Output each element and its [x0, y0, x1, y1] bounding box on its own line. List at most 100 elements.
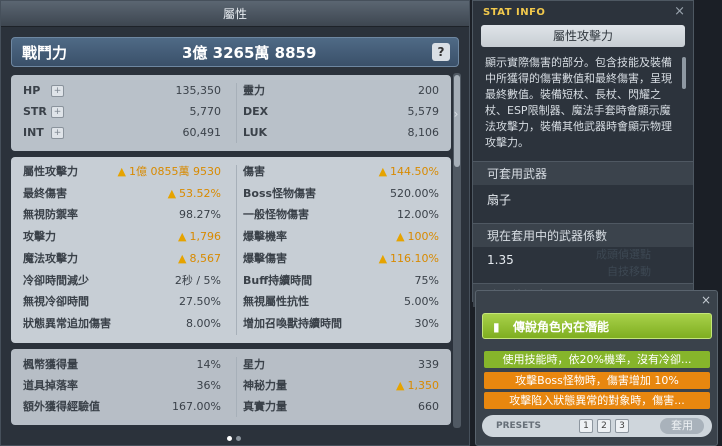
- stat-label: 增加召喚獸持續時間: [243, 316, 342, 330]
- close-icon[interactable]: ×: [701, 293, 711, 307]
- help-icon[interactable]: ?: [432, 43, 450, 61]
- stat-value: 5,770: [189, 105, 222, 118]
- stat-row: 攻擊力 ▲ 1,796: [23, 228, 221, 246]
- stat-row: 無視屬性抗性 5.00%: [243, 293, 439, 311]
- stat-label: HP: [23, 84, 41, 97]
- page-dot[interactable]: [227, 436, 232, 441]
- stat-window-titlebar[interactable]: 屬性: [1, 1, 469, 27]
- stat-label: 無視屬性抗性: [243, 295, 309, 309]
- stat-value: 30%: [414, 316, 439, 330]
- stat-label: 無視冷卻時間: [23, 295, 89, 309]
- combat-power-bar: 戰鬥力 3億 3265萬 8859 ?: [11, 37, 459, 67]
- weapon-coefficient-value: 1.35: [487, 253, 514, 267]
- potential-title-bar: ▮ 傳說角色內在潛能: [482, 313, 712, 339]
- plus-icon: +: [51, 127, 64, 139]
- combat-power-value: 3億 3265萬 8859: [182, 44, 317, 62]
- page-dot[interactable]: [236, 436, 241, 441]
- stat-value: ▲ 1億 0855萬 9530: [117, 165, 221, 178]
- stat-value: 8.00%: [186, 316, 221, 330]
- stat-info-description: 顯示實際傷害的部分。包含技能及裝備中所獲得的傷害數值和最終傷害，呈現最終數值。裝…: [485, 56, 672, 149]
- stat-label: 神秘力量: [243, 379, 287, 392]
- basic-stats-panel: HP +135,350 STR +5,770 INT +60,491 靈力 200 DEX 5,5…: [11, 75, 451, 151]
- misc-stats-panel: 楓幣獲得量 14% 道具掉落率 36% 額外獲得經驗值 167.00% 星力 339 神秘力量 ▲…: [11, 349, 451, 425]
- stat-label: INT: [23, 126, 44, 139]
- stat-value: 520.00%: [390, 186, 439, 200]
- stat-value: 12.00%: [397, 208, 439, 222]
- stat-info-title: 屬性攻擊力: [481, 25, 685, 47]
- bookmark-icon: ▮: [493, 320, 500, 334]
- stat-label: Buff持續時間: [243, 273, 313, 287]
- stat-value: ▲ 144.50%: [378, 165, 439, 178]
- stat-label: 傷害: [243, 165, 265, 178]
- increase-arrow-icon: ▲: [378, 165, 388, 178]
- stat-row: HP +135,350: [23, 82, 221, 100]
- stat-row: 道具掉落率 36%: [23, 377, 221, 395]
- preset-1-button[interactable]: 1: [579, 419, 593, 433]
- stat-value: 5,579: [407, 105, 440, 118]
- background-text: 成頭偵選點 自技移動: [596, 248, 651, 278]
- stat-label: 靈力: [243, 84, 265, 97]
- applicable-weapon-value: 扇子: [487, 193, 512, 207]
- stat-label: STR: [23, 105, 47, 118]
- increase-arrow-icon: ▲: [396, 230, 405, 244]
- column-divider: [236, 83, 237, 143]
- presets-bar: PRESETS 1 2 3 套用: [482, 415, 712, 437]
- stat-value: 339: [418, 358, 439, 371]
- stat-row: STR +5,770: [23, 103, 221, 121]
- stat-value: 2秒 / 5%: [174, 273, 221, 287]
- stat-row: 無視冷卻時間 27.50%: [23, 293, 221, 311]
- stat-row: Buff持續時間 75%: [243, 272, 439, 290]
- stat-row: 傷害 ▲ 144.50%: [243, 163, 439, 181]
- stat-label: 魔法攻擊力: [23, 251, 78, 265]
- section-applicable-weapon: 可套用武器: [473, 161, 693, 185]
- stat-row: 無視防禦率 98.27%: [23, 206, 221, 224]
- stat-label: 最終傷害: [23, 186, 67, 200]
- increase-arrow-icon: ▲: [178, 251, 187, 265]
- stat-row: INT +60,491: [23, 124, 221, 142]
- potential-line-2: 攻擊Boss怪物時，傷害增加 10%: [484, 372, 710, 389]
- stat-scrollbar[interactable]: [453, 73, 461, 428]
- increase-arrow-icon: ▲: [167, 186, 177, 200]
- stat-info-scrollbar[interactable]: [682, 57, 686, 89]
- stat-label: 爆擊機率: [243, 230, 287, 244]
- increase-arrow-icon: ▲: [178, 230, 187, 244]
- stat-row: 爆擊機率 ▲ 100%: [243, 228, 439, 246]
- stat-window: 屬性 戰鬥力 3億 3265萬 8859 ? HP +135,350 STR +5,7…: [0, 0, 470, 446]
- stat-row: 靈力 200: [243, 82, 439, 100]
- stat-value: ▲ 1,350: [396, 379, 439, 392]
- stat-label: DEX: [243, 105, 269, 118]
- stat-label: 楓幣獲得量: [23, 358, 78, 371]
- stat-info-heading: STAT INFO: [483, 7, 546, 18]
- close-icon[interactable]: ×: [674, 4, 685, 19]
- stat-row: 冷卻時間減少 2秒 / 5%: [23, 272, 221, 290]
- stat-value: 167.00%: [172, 400, 221, 413]
- stat-row: DEX 5,579: [243, 103, 439, 121]
- stat-label: Boss怪物傷害: [243, 186, 317, 200]
- stat-label: 狀態異常追加傷害: [23, 316, 111, 330]
- stat-row: 屬性攻擊力 ▲ 1億 0855萬 9530: [23, 163, 221, 181]
- section-weapon-coefficient: 現在套用中的武器係數: [473, 223, 693, 247]
- stat-value: ▲ 116.10%: [378, 251, 439, 265]
- preset-3-button[interactable]: 3: [615, 419, 629, 433]
- stat-value: 36%: [196, 379, 221, 392]
- stat-label: 爆擊傷害: [243, 251, 287, 265]
- increase-arrow-icon: ▲: [396, 379, 405, 392]
- apply-button[interactable]: 套用: [660, 418, 704, 434]
- stat-label: 無視防禦率: [23, 208, 78, 222]
- stat-row: 真實力量 660: [243, 398, 439, 416]
- stat-row: 最終傷害 ▲ 53.52%: [23, 185, 221, 203]
- stat-value: ▲ 1,796: [178, 230, 221, 244]
- stat-row: 增加召喚獸持續時間 30%: [243, 315, 439, 333]
- expand-arrow-icon[interactable]: ›: [450, 105, 462, 123]
- inner-potential-window: × ▮ 傳說角色內在潛能 使用技能時，依20%機率，沒有冷卻... 攻擊Boss…: [475, 290, 718, 446]
- combat-power-label: 戰鬥力: [22, 44, 68, 62]
- stat-value: 135,350: [175, 84, 222, 97]
- preset-2-button[interactable]: 2: [597, 419, 611, 433]
- stat-row: 狀態異常追加傷害 8.00%: [23, 315, 221, 333]
- stat-value: 200: [418, 84, 439, 97]
- stat-label: 真實力量: [243, 400, 287, 413]
- stat-label: 道具掉落率: [23, 379, 78, 392]
- plus-icon: +: [51, 85, 64, 97]
- column-divider: [236, 165, 237, 335]
- stat-value: 75%: [414, 273, 439, 287]
